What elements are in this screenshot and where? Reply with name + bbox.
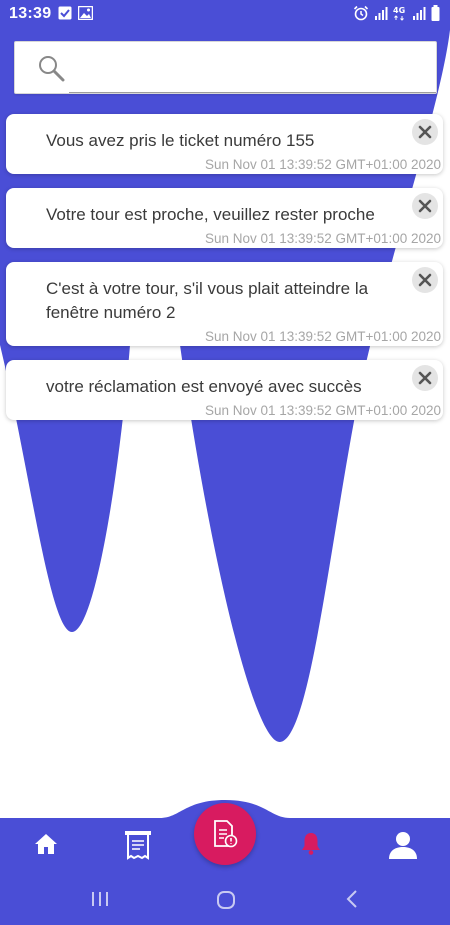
nav-profile-button[interactable] [388, 830, 418, 860]
close-icon [418, 199, 432, 213]
battery-icon [431, 5, 440, 26]
search-input[interactable] [81, 50, 425, 86]
search-bar [14, 41, 437, 94]
close-icon [418, 273, 432, 287]
notification-card[interactable]: votre réclamation est envoyé avec succès… [6, 360, 443, 420]
profile-icon [389, 832, 417, 859]
back-icon [346, 890, 357, 908]
alarm-icon [353, 5, 369, 26]
notification-card[interactable]: Votre tour est proche, veuillez rester p… [6, 188, 443, 248]
search-underline [69, 92, 436, 93]
recent-apps-icon [92, 892, 108, 906]
notification-date: Sun Nov 01 13:39:52 GMT+01:00 2020 [204, 231, 441, 246]
app-screen: 13:39 4G Vous avez pris le ticket numéro… [0, 0, 450, 925]
system-back-button[interactable] [342, 889, 362, 909]
close-icon [418, 125, 432, 139]
network-type-label: 4G [393, 6, 405, 15]
status-left-icons [58, 5, 94, 25]
nav-complaint-button[interactable] [194, 803, 256, 865]
notification-message: votre réclamation est envoyé avec succès [46, 377, 362, 396]
dismiss-button[interactable] [412, 193, 438, 219]
ticket-icon [125, 831, 151, 860]
nav-ticket-button[interactable] [124, 830, 152, 860]
dismiss-button[interactable] [412, 365, 438, 391]
notification-message: C'est à votre tour, s'il vous plait atte… [46, 279, 369, 322]
notification-date: Sun Nov 01 13:39:52 GMT+01:00 2020 [204, 403, 441, 418]
status-time: 13:39 [9, 5, 52, 22]
image-notification-icon [77, 5, 94, 25]
dismiss-button[interactable] [412, 267, 438, 293]
notification-date: Sun Nov 01 13:39:52 GMT+01:00 2020 [204, 157, 441, 172]
status-right-icons: 4G [353, 5, 440, 26]
signal-icon [374, 6, 388, 25]
4g-icon: 4G [393, 5, 407, 26]
nav-notifications-button[interactable] [300, 830, 322, 856]
home-circle-icon [217, 891, 235, 909]
notification-card[interactable]: C'est à votre tour, s'il vous plait atte… [6, 262, 443, 346]
notification-card[interactable]: Vous avez pris le ticket numéro 155 Sun … [6, 114, 443, 174]
notification-message: Votre tour est proche, veuillez rester p… [46, 205, 375, 224]
dismiss-button[interactable] [412, 119, 438, 145]
notification-list: Vous avez pris le ticket numéro 155 Sun … [6, 114, 443, 434]
checkbox-notification-icon [58, 6, 72, 25]
home-icon [35, 834, 57, 854]
nav-home-button[interactable] [33, 830, 59, 858]
search-icon[interactable] [37, 54, 65, 82]
signal-icon-secondary [412, 6, 426, 25]
close-icon [418, 371, 432, 385]
notification-message: Vous avez pris le ticket numéro 155 [46, 131, 315, 150]
recent-apps-button[interactable] [90, 889, 110, 909]
system-navigation-bar [0, 875, 450, 925]
complaint-icon [214, 820, 238, 848]
notification-date: Sun Nov 01 13:39:52 GMT+01:00 2020 [204, 329, 441, 344]
notifications-icon [302, 833, 320, 855]
system-home-button[interactable] [215, 889, 237, 911]
status-bar: 13:39 4G [0, 0, 450, 30]
